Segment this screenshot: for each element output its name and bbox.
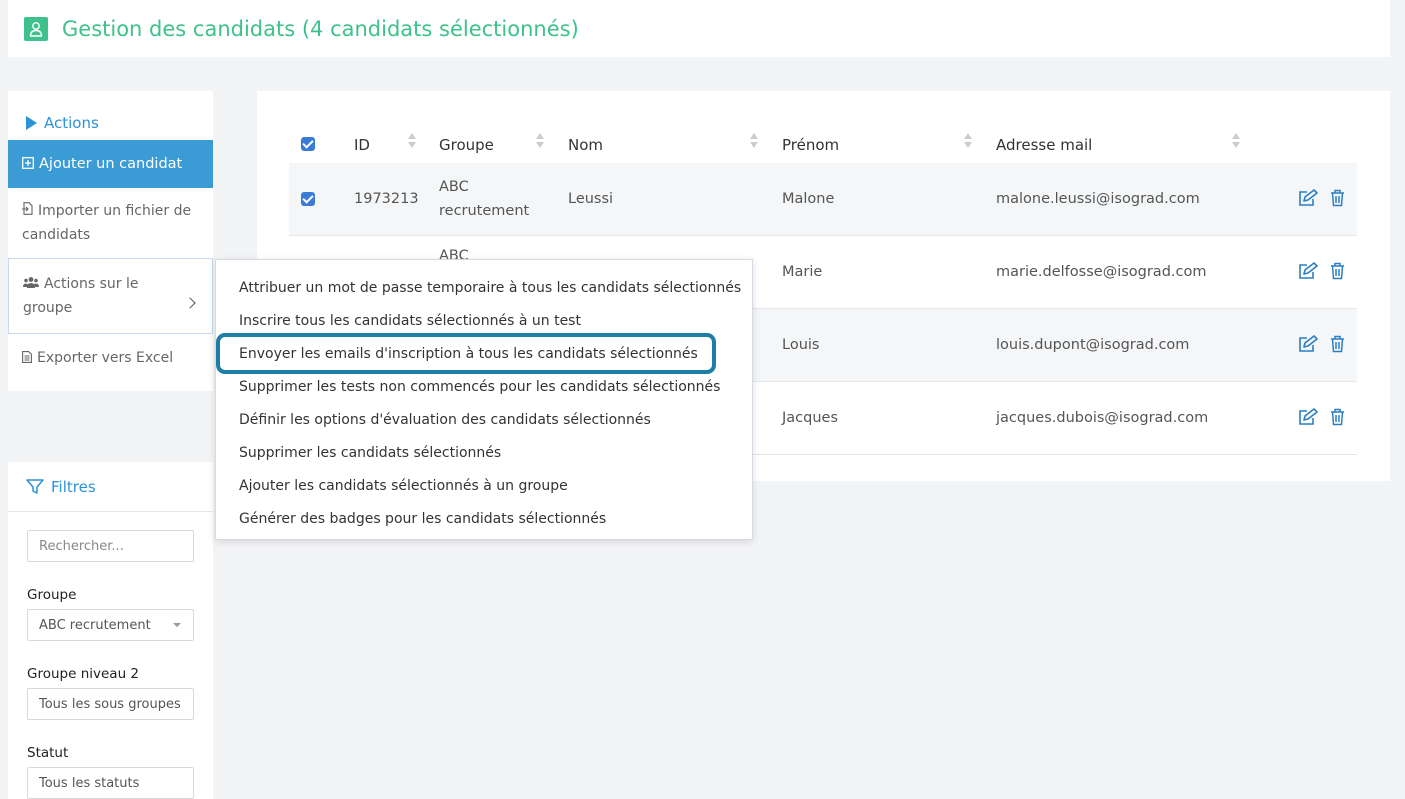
- row-checkbox[interactable]: [301, 192, 315, 206]
- user-icon: [24, 16, 48, 41]
- cell-prenom: Marie: [782, 264, 823, 280]
- caret-down-icon: [173, 623, 181, 627]
- page-header: Gestion des candidats (4 candidats sélec…: [8, 0, 1390, 57]
- file-import-icon: [22, 199, 33, 223]
- group-select[interactable]: ABC recrutement: [27, 609, 194, 641]
- import-file-label: Importer un fichier de candidats: [22, 203, 192, 243]
- search-input[interactable]: Rechercher...: [27, 530, 194, 562]
- menu-item-send-emails[interactable]: Envoyer les emails d'inscription à tous …: [216, 333, 716, 374]
- menu-item-badges[interactable]: Générer des badges pour les candidats sé…: [216, 502, 752, 535]
- edit-icon[interactable]: [1298, 262, 1318, 284]
- filters-panel: Filtres Rechercher... Groupe ABC recrute…: [8, 462, 213, 799]
- users-icon: [23, 272, 39, 296]
- edit-icon[interactable]: [1298, 408, 1318, 430]
- cell-email: louis.dupont@isograd.com: [996, 337, 1190, 353]
- excel-file-icon: [22, 350, 32, 366]
- cell-id: 1973213: [354, 191, 419, 207]
- trash-icon[interactable]: [1330, 189, 1345, 211]
- export-excel-label: Exporter vers Excel: [37, 350, 174, 366]
- menu-item-delete-candidates[interactable]: Supprimer les candidats sélectionnés: [216, 436, 752, 469]
- filter-icon: [26, 478, 44, 495]
- menu-item-delete-tests[interactable]: Supprimer les tests non commencés pour l…: [216, 370, 752, 403]
- status-filter-label: Statut: [27, 745, 69, 761]
- trash-icon[interactable]: [1330, 335, 1345, 357]
- menu-item-enroll-test[interactable]: Inscrire tous les candidats sélectionnés…: [216, 304, 752, 337]
- sort-icon[interactable]: [536, 133, 544, 153]
- cell-email: jacques.dubois@isograd.com: [996, 410, 1209, 426]
- col-email[interactable]: Adresse mail: [996, 136, 1092, 154]
- col-group[interactable]: Groupe: [439, 136, 494, 154]
- cell-prenom: Malone: [782, 191, 835, 207]
- group2-filter-label: Groupe niveau 2: [27, 666, 140, 682]
- sort-icon[interactable]: [1232, 133, 1240, 153]
- group-actions-button[interactable]: Actions sur le groupe: [8, 258, 213, 334]
- group-select-value: ABC recrutement: [39, 617, 151, 633]
- menu-item-temp-password[interactable]: Attribuer un mot de passe temporaire à t…: [216, 271, 752, 304]
- sort-icon[interactable]: [408, 133, 416, 153]
- play-icon: [26, 115, 37, 130]
- sort-icon[interactable]: [750, 133, 758, 153]
- actions-panel: Actions Ajouter un candidat Importer un …: [8, 91, 213, 391]
- col-id[interactable]: ID: [354, 136, 370, 154]
- status-select[interactable]: Tous les statuts: [27, 767, 194, 799]
- cell-nom: Leussi: [568, 191, 614, 207]
- trash-icon[interactable]: [1330, 262, 1345, 284]
- cell-group: ABC recrutement: [439, 179, 530, 219]
- group-actions-menu: Attribuer un mot de passe temporaire à t…: [215, 259, 753, 540]
- group2-select-value: Tous les sous groupes: [39, 696, 181, 712]
- import-file-button[interactable]: Importer un fichier de candidats: [8, 188, 213, 258]
- menu-item-eval-options[interactable]: Définir les options d'évaluation des can…: [216, 403, 752, 436]
- cell-email: malone.leussi@isograd.com: [996, 191, 1200, 207]
- page-title: Gestion des candidats (4 candidats sélec…: [62, 16, 579, 41]
- trash-icon[interactable]: [1330, 408, 1345, 430]
- add-candidate-label: Ajouter un candidat: [39, 156, 183, 172]
- export-excel-button[interactable]: Exporter vers Excel: [8, 334, 213, 382]
- col-prenom[interactable]: Prénom: [782, 136, 839, 154]
- chevron-right-icon: [184, 297, 196, 309]
- add-candidate-button[interactable]: Ajouter un candidat: [8, 140, 213, 188]
- cell-prenom: Jacques: [782, 410, 839, 426]
- select-all-checkbox[interactable]: [301, 137, 315, 151]
- actions-header[interactable]: Actions: [8, 91, 213, 140]
- cell-prenom: Louis: [782, 337, 820, 353]
- col-nom[interactable]: Nom: [568, 136, 603, 154]
- actions-title: Actions: [44, 113, 99, 132]
- edit-icon[interactable]: [1298, 335, 1318, 357]
- group-actions-label: Actions sur le groupe: [23, 276, 139, 316]
- status-select-value: Tous les statuts: [39, 775, 140, 791]
- cell-email: marie.delfosse@isograd.com: [996, 264, 1207, 280]
- table-header: ID Groupe Nom Prénom Adresse mail: [289, 126, 1357, 162]
- filters-title: Filtres: [51, 477, 96, 496]
- plus-square-icon: [22, 156, 34, 172]
- edit-icon[interactable]: [1298, 189, 1318, 211]
- group2-select[interactable]: Tous les sous groupes: [27, 688, 194, 720]
- group-filter-label: Groupe: [27, 587, 77, 603]
- table-row[interactable]: 1973213 ABC recrutement Leussi Malone ma…: [289, 163, 1357, 236]
- sort-icon[interactable]: [964, 133, 972, 153]
- filters-header: Filtres: [8, 462, 213, 512]
- menu-item-add-to-group[interactable]: Ajouter les candidats sélectionnés à un …: [216, 469, 752, 502]
